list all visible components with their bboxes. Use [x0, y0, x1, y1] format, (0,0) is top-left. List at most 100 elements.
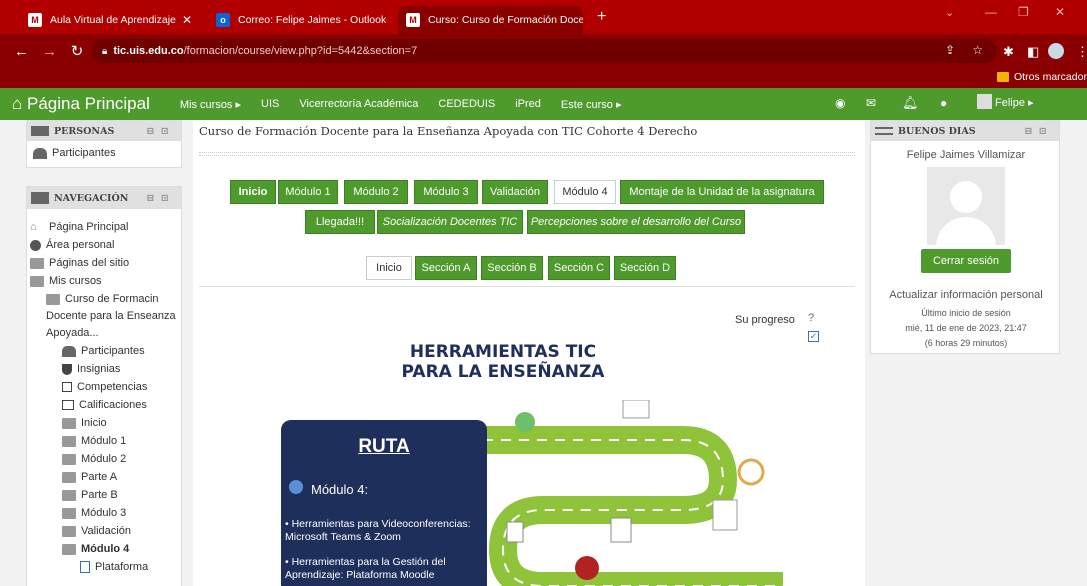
nav-vicerrectoria[interactable]: Vicerrectoría Académica [299, 98, 418, 110]
ruta-title: RUTA [358, 436, 410, 457]
share-icon[interactable]: ⇪ [945, 43, 955, 57]
bell-icon[interactable]: 🔔︎ [902, 95, 919, 111]
extensions-icon[interactable]: ✱ [1003, 44, 1014, 60]
power-icon [515, 412, 535, 432]
tab-modulo-2[interactable]: Módulo 2 [344, 180, 408, 204]
tab-curso[interactable]: M Curso: Curso de Formación Doce ✕ [398, 6, 583, 34]
menu-dots-icon[interactable]: ⋮ [1076, 44, 1087, 60]
participantes-link[interactable]: Participantes [33, 147, 116, 159]
folder-open-icon [46, 293, 60, 305]
label: Participantes [81, 345, 145, 357]
subtab-seccion-b[interactable]: Sección B [481, 256, 543, 280]
nav-course-item[interactable]: Módulo 1 [62, 435, 126, 447]
nav-curso-line3[interactable]: Apoyada... [46, 327, 99, 339]
nav-course-item[interactable]: Validación [62, 525, 131, 537]
tab-modulo-1[interactable]: Módulo 1 [278, 180, 338, 204]
course-title: Curso de Formación Docente para la Enseñ… [199, 124, 698, 138]
folder-icon [62, 417, 76, 429]
nav-course-item[interactable]: Competencias [62, 381, 147, 393]
pin-icon [289, 480, 303, 494]
nav-course-item[interactable]: Parte A [62, 471, 117, 483]
nav-course-item[interactable]: Participantes [62, 345, 145, 357]
close-icon[interactable]: ✕ [182, 13, 192, 27]
url-field[interactable]: 🔒︎ tic.uis.edu.co/formacion/course/view.… [92, 39, 997, 63]
nav-paginas-sitio[interactable]: Páginas del sitio [30, 257, 129, 269]
subtab-inicio[interactable]: Inicio [366, 256, 412, 280]
close-window-icon[interactable]: ✕ [1055, 5, 1065, 19]
block-controls-icon[interactable]: ⊟⊡ [1024, 126, 1053, 137]
maximize-icon[interactable]: ❐ [1018, 5, 1029, 19]
nav-course-item[interactable]: Inicio [62, 417, 107, 429]
nav-pagina-principal[interactable]: ⌂ Página Principal [30, 221, 129, 233]
sidepanel-icon[interactable]: ◧ [1027, 44, 1039, 60]
folder-icon [62, 471, 76, 483]
document-icon [712, 499, 738, 531]
tab-modulo-4[interactable]: Módulo 4 [554, 180, 616, 204]
tab-llegada[interactable]: Llegada!!! [305, 210, 375, 234]
tab-search-icon[interactable]: ⌄ [945, 6, 954, 19]
tab-modulo-3[interactable]: Módulo 3 [414, 180, 478, 204]
subtab-seccion-c[interactable]: Sección C [548, 256, 610, 280]
nav-course-item[interactable]: Módulo 3 [62, 507, 126, 519]
star-icon[interactable]: ☆ [972, 43, 983, 57]
close-icon[interactable]: ✕ [386, 13, 388, 27]
folder-icon [30, 257, 44, 269]
nav-course-item[interactable]: Insignias [62, 363, 120, 375]
user-avatar[interactable] [977, 94, 992, 109]
block-header: NAVEGACIÓN ⊟⊡ [27, 187, 181, 209]
label: Parte A [81, 471, 118, 483]
tab-aula-virtual[interactable]: M Aula Virtual de Aprendizaje ✕ [20, 6, 200, 34]
mail-icon[interactable]: ✉ [866, 96, 876, 110]
nav-curso[interactable]: Curso de Formacin [46, 293, 159, 305]
tab-montaje[interactable]: Montaje de la Unidad de la asignatura [620, 180, 824, 204]
tab-socializacion[interactable]: Socialización Docentes TIC [377, 210, 523, 234]
tab-title: Aula Virtual de Aprendizaje [50, 14, 176, 26]
completion-checkbox[interactable]: ✓ [808, 331, 819, 342]
nav-mis-cursos[interactable]: Mis cursos [30, 275, 102, 287]
subtab-seccion-a[interactable]: Sección A [415, 256, 477, 280]
modulo-label: Módulo 4: [311, 482, 369, 497]
chat-icon[interactable]: ● [940, 96, 947, 110]
help-icon[interactable]: ? [808, 312, 814, 324]
nav-uis[interactable]: UIS [261, 98, 279, 110]
nav-course-item[interactable]: Módulo 4 [62, 543, 129, 555]
nav-course-item[interactable]: Módulo 2 [62, 453, 126, 465]
users-icon [33, 147, 47, 159]
folder-icon [62, 435, 76, 447]
block-controls-icon[interactable]: ⊟⊡ [146, 193, 175, 204]
subtab-seccion-d[interactable]: Sección D [614, 256, 676, 280]
tab-validacion[interactable]: Validación [482, 180, 548, 204]
user-menu[interactable]: Felipe ▸ [995, 96, 1034, 109]
bookmark-otros[interactable]: Otros marcadores [1014, 71, 1087, 83]
new-tab-icon[interactable]: + [597, 8, 606, 26]
reload-icon[interactable]: ↻ [70, 42, 84, 60]
nav-ipred[interactable]: iPred [515, 98, 541, 110]
forward-arrow-icon[interactable]: → [42, 43, 57, 60]
tab-outlook[interactable]: o Correo: Felipe Jaimes - Outlook ✕ [208, 6, 388, 34]
nav-curso-line2[interactable]: Docente para la Enseanza [46, 310, 176, 322]
update-profile-link[interactable]: Actualizar información personal [871, 289, 1061, 301]
back-arrow-icon[interactable]: ← [14, 43, 29, 60]
nav-cededuis[interactable]: CEDEDUIS [438, 98, 495, 110]
nav-este-curso[interactable]: Este curso ▸ [561, 98, 622, 111]
target-icon[interactable]: ◉ [835, 96, 845, 110]
folder-icon [62, 507, 76, 519]
label: Validación [81, 525, 131, 537]
profile-avatar-icon[interactable] [1048, 43, 1064, 59]
label: Inicio [81, 417, 107, 429]
tab-percepciones[interactable]: Percepciones sobre el desarrollo del Cur… [527, 210, 745, 234]
home-link[interactable]: ⌂ Página Principal [12, 94, 150, 114]
tab-inicio[interactable]: Inicio [230, 180, 276, 204]
nav-mis-cursos[interactable]: Mis cursos ▸ [180, 98, 241, 111]
nav-course-item[interactable]: Parte B [62, 489, 118, 501]
block-controls-icon[interactable]: ⊟⊡ [146, 126, 175, 137]
folder-icon [997, 72, 1009, 82]
url-path: /formacion/course/view.php?id=5442&secti… [183, 45, 418, 57]
progress-label: Su progreso [735, 314, 795, 326]
minimize-icon[interactable]: — [985, 5, 997, 19]
nav-course-item[interactable]: Calificaciones [62, 399, 147, 411]
nav-course-item[interactable]: Plataforma [80, 561, 148, 573]
bullet-gestion: • Herramientas para la Gestión del Apren… [285, 556, 446, 581]
logout-button[interactable]: Cerrar sesión [921, 249, 1011, 273]
nav-area-personal[interactable]: Área personal [30, 239, 115, 251]
